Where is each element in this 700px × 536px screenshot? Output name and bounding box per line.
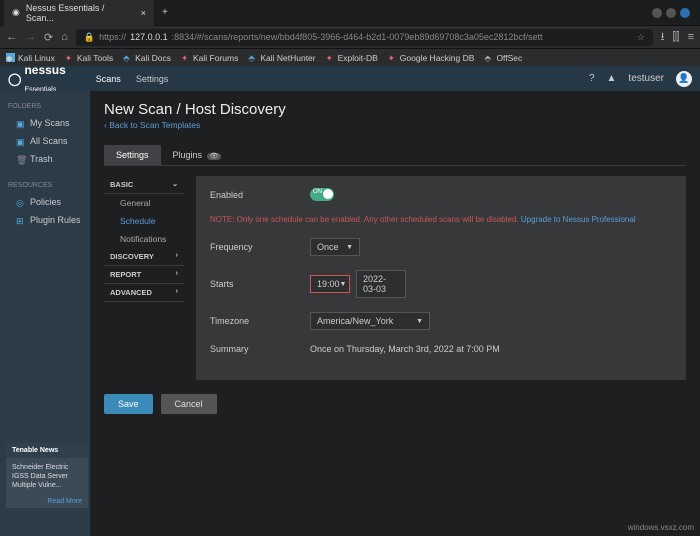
bookmark-offsec[interactable]: ⬘OffSec xyxy=(484,53,522,63)
upgrade-link[interactable]: Upgrade to Nessus Professional xyxy=(521,215,636,224)
window-close-icon[interactable] xyxy=(680,8,690,18)
bookmark-kali-nethunter[interactable]: ⬘Kali NetHunter xyxy=(248,53,315,63)
window-min-icon[interactable] xyxy=(652,8,662,18)
sub-general[interactable]: General xyxy=(104,194,184,212)
trash-icon: 🗑 xyxy=(16,155,25,164)
chevron-down-icon: ▼ xyxy=(340,281,347,288)
reload-icon[interactable]: ⟳ xyxy=(44,31,53,44)
tab-plugins[interactable]: Plugins 👁 xyxy=(161,145,234,165)
url-path: :8834/#/scans/reports/new/bbd4f805-3966-… xyxy=(172,32,543,42)
cat-basic[interactable]: BASIC⌄ xyxy=(104,176,184,194)
toggle-knob xyxy=(323,189,333,199)
news-title: Tenable News xyxy=(6,443,88,458)
window-max-icon[interactable] xyxy=(666,8,676,18)
folder-icon: ▣ xyxy=(16,137,25,146)
username[interactable]: testuser xyxy=(628,73,664,84)
page-title: New Scan / Host Discovery xyxy=(104,101,686,118)
bookmark-kali-forums[interactable]: ✦Kali Forums xyxy=(181,53,238,63)
cancel-button[interactable]: Cancel xyxy=(161,394,217,414)
timezone-label: Timezone xyxy=(210,316,310,326)
new-tab-button[interactable]: + xyxy=(154,7,176,18)
star-icon[interactable]: ☆ xyxy=(637,32,645,43)
watermark: windows.vsxz.com xyxy=(628,523,694,532)
sub-schedule[interactable]: Schedule xyxy=(104,212,184,230)
sidebar-plugin-rules[interactable]: ⊞Plugin Rules xyxy=(0,211,90,229)
frequency-select[interactable]: Once▼ xyxy=(310,238,360,256)
news-read-more[interactable]: Read More xyxy=(6,495,88,508)
forward-icon[interactable]: → xyxy=(25,31,36,43)
chevron-down-icon: ⌄ xyxy=(172,180,178,189)
enabled-toggle[interactable]: ON xyxy=(310,188,334,201)
sidebar-all-scans[interactable]: ▣All Scans xyxy=(0,132,90,150)
timezone-select[interactable]: America/New_York▼ xyxy=(310,312,430,330)
chevron-right-icon: › xyxy=(176,252,178,261)
extensions-icon[interactable]: ⫿⫿ xyxy=(673,31,680,44)
plugin-icon: ⊞ xyxy=(16,216,25,225)
settings-panel: Enabled ON NOTE: Only one schedule can b… xyxy=(196,176,686,380)
sidebar-resources-label: RESOURCES xyxy=(0,178,90,193)
home-icon[interactable]: ⌂ xyxy=(61,31,68,43)
chevron-down-icon: ▼ xyxy=(346,244,353,251)
news-body: Schneider Electric IGSS Data Server Mult… xyxy=(6,458,88,495)
nav-scans[interactable]: Scans xyxy=(96,74,121,84)
tab-favicon: ◉ xyxy=(12,7,20,18)
schedule-note: NOTE: Only one schedule can be enabled. … xyxy=(210,215,672,224)
sidebar-policies[interactable]: ◎Policies xyxy=(0,193,90,211)
chevron-down-icon: ▼ xyxy=(416,318,423,325)
download-icon[interactable]: ⭳ xyxy=(661,28,665,47)
url-protocol: https:// xyxy=(99,32,126,42)
address-bar[interactable]: 🔒 https:// 127.0.0.1 :8834/#/scans/reports… xyxy=(76,29,653,46)
enabled-label: Enabled xyxy=(210,190,310,200)
news-box: Tenable News Schneider Electric IGSS Dat… xyxy=(6,443,88,508)
menu-icon[interactable]: ≡ xyxy=(688,31,694,43)
alerts-icon[interactable]: ▲ xyxy=(607,73,617,84)
chevron-right-icon: › xyxy=(176,270,178,279)
bookmark-kali-docs[interactable]: ⬘Kali Docs xyxy=(123,53,171,63)
back-icon[interactable]: ← xyxy=(6,31,17,43)
bookmark-kali-linux[interactable]: ◆Kali Linux xyxy=(6,53,55,63)
chevron-right-icon: › xyxy=(176,288,178,297)
sub-notifications[interactable]: Notifications xyxy=(104,230,184,248)
lock-icon: 🔒 xyxy=(84,32,95,43)
save-button[interactable]: Save xyxy=(104,394,153,414)
url-host: 127.0.0.1 xyxy=(130,32,168,42)
logo-icon: ◯ xyxy=(8,72,21,86)
cat-discovery[interactable]: DISCOVERY› xyxy=(104,248,184,266)
sidebar-trash[interactable]: 🗑Trash xyxy=(0,150,90,168)
avatar[interactable]: 👤 xyxy=(676,71,692,87)
eye-icon: 👁 xyxy=(207,153,222,160)
cat-report[interactable]: REPORT› xyxy=(104,266,184,284)
starts-date-input[interactable]: 2022-03-03 xyxy=(356,270,406,298)
bookmark-kali-tools[interactable]: ✦Kali Tools xyxy=(65,53,113,63)
tab-close-icon[interactable]: × xyxy=(141,8,146,18)
bookmark-exploit-db[interactable]: ✦Exploit-DB xyxy=(326,53,378,63)
frequency-label: Frequency xyxy=(210,242,310,252)
back-link[interactable]: ‹ Back to Scan Templates xyxy=(104,120,200,130)
tab-settings[interactable]: Settings xyxy=(104,145,161,165)
settings-nav: BASIC⌄ General Schedule Notifications DI… xyxy=(104,176,184,380)
summary-label: Summary xyxy=(210,344,310,354)
starts-label: Starts xyxy=(210,279,310,289)
bookmark-bar: ◆Kali Linux ✦Kali Tools ⬘Kali Docs ✦Kali… xyxy=(0,48,700,66)
tab-title: Nessus Essentials / Scan... xyxy=(26,3,135,23)
sidebar-folders-label: FOLDERS xyxy=(0,99,90,114)
summary-value: Once on Thursday, March 3rd, 2022 at 7:0… xyxy=(310,344,500,354)
help-icon[interactable]: ? xyxy=(589,73,595,84)
nav-settings[interactable]: Settings xyxy=(136,74,169,84)
nessus-logo[interactable]: ◯ nessusEssentials xyxy=(8,63,66,93)
cat-advanced[interactable]: ADVANCED› xyxy=(104,284,184,302)
starts-time-select[interactable]: 19:00▼ xyxy=(310,275,350,293)
bookmark-google-hacking[interactable]: ✦Google Hacking DB xyxy=(388,53,475,63)
policies-icon: ◎ xyxy=(16,198,25,207)
browser-tab[interactable]: ◉ Nessus Essentials / Scan... × xyxy=(4,0,154,27)
sidebar-my-scans[interactable]: ▣My Scans xyxy=(0,114,90,132)
folder-icon: ▣ xyxy=(16,119,25,128)
